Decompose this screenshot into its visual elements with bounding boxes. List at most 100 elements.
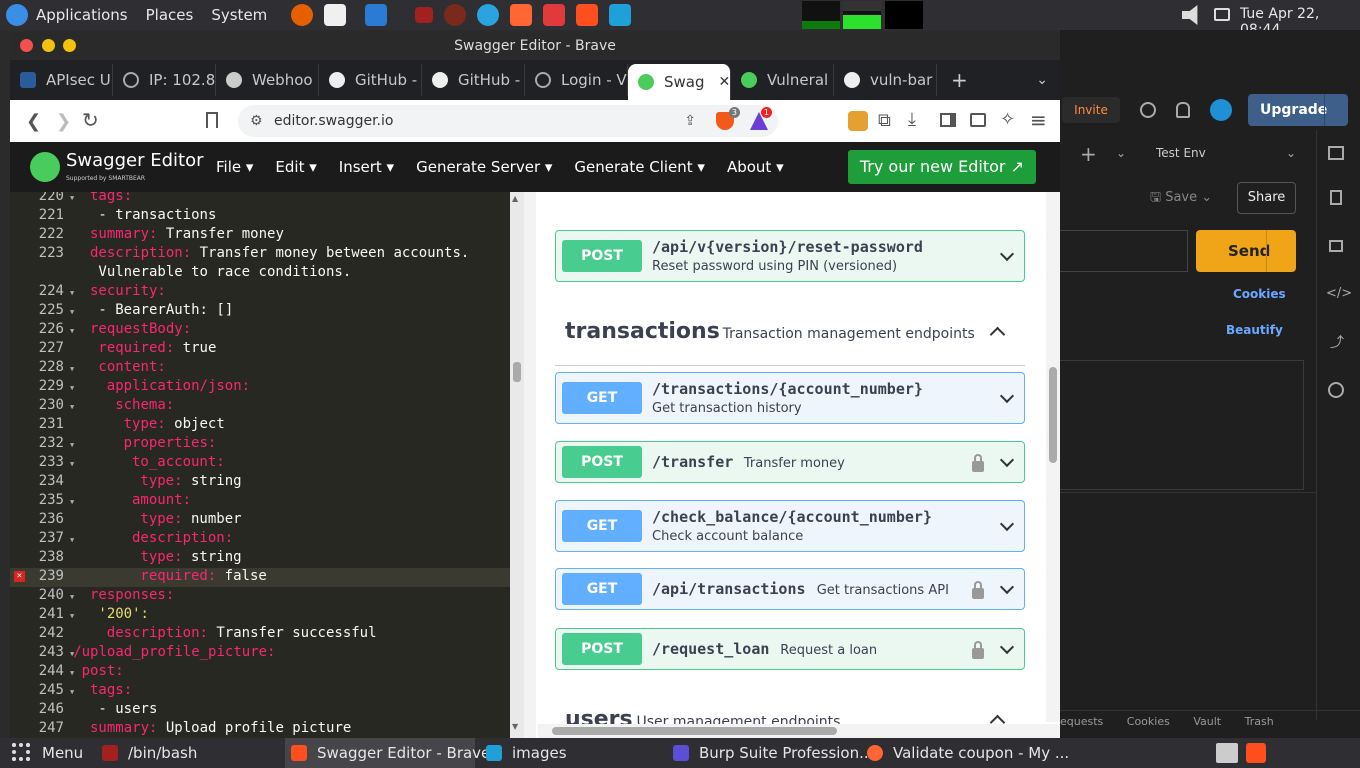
bookmark-icon[interactable] [206, 112, 218, 128]
url-input[interactable] [1060, 230, 1188, 272]
back-icon[interactable]: ❮ [26, 111, 41, 132]
generate-client-menu[interactable]: Generate Client ▾ [574, 158, 705, 176]
info-icon[interactable] [1328, 382, 1344, 398]
files-icon[interactable] [609, 4, 632, 26]
tab-apisec[interactable]: APIsec U [10, 64, 113, 96]
fold-arrow-icon[interactable]: ▼ [70, 536, 74, 544]
operation-get[interactable]: GET/transactions/{account_number} Get tra… [555, 372, 1025, 424]
chevron-down-icon[interactable] [999, 388, 1015, 404]
tab-vulnerable[interactable]: Vulneral [731, 64, 834, 96]
send-button[interactable]: Send [1196, 230, 1296, 272]
sync-icon[interactable] [1210, 99, 1232, 121]
site-info-icon[interactable]: ⚙ [250, 105, 263, 137]
invite-button[interactable]: Invite [1062, 97, 1120, 123]
fold-arrow-icon[interactable]: ▼ [70, 384, 74, 392]
tab-ip[interactable]: IP: 102.8 [113, 64, 216, 96]
brave-tray-icon[interactable] [1246, 743, 1266, 763]
fold-arrow-icon[interactable]: ▼ [70, 612, 74, 620]
operation-get[interactable]: GET/check_balance/{account_number} Check … [555, 500, 1025, 552]
new-tab-icon[interactable]: + [951, 68, 968, 92]
code-icon[interactable]: </> [1326, 286, 1352, 301]
fold-arrow-icon[interactable]: ▼ [70, 498, 74, 506]
code-line[interactable]: 246 - users [10, 701, 510, 720]
minimize-window-button[interactable] [42, 39, 55, 52]
close-window-button[interactable] [20, 39, 33, 52]
error-icon[interactable]: ✕ [14, 571, 25, 582]
operation-get[interactable]: GET/api/transactions Get transactions API [555, 568, 1025, 610]
lock-icon[interactable] [972, 453, 984, 472]
fold-arrow-icon[interactable]: ▼ [70, 403, 74, 411]
tab-github-2[interactable]: GitHub - [422, 64, 525, 96]
lock-icon[interactable] [972, 580, 984, 599]
fold-arrow-icon[interactable]: ▼ [70, 365, 74, 373]
screen-icon[interactable] [1214, 8, 1230, 21]
code-line[interactable]: 238 type: string [10, 549, 510, 568]
operation-post[interactable]: POST/api/v{version}/reset-password Reset … [555, 230, 1025, 282]
code-line[interactable]: Vulnerable to race conditions. [10, 264, 510, 283]
code-line[interactable]: 235 ▼ amount: [10, 492, 510, 511]
burp-icon[interactable] [510, 4, 533, 26]
chevron-down-icon[interactable] [999, 246, 1015, 262]
code-line[interactable]: 227 required: true [10, 340, 510, 359]
save-button[interactable]: 🖫 Save ⌄ [1150, 188, 1212, 210]
environment-select[interactable]: Test Env [1156, 146, 1206, 160]
bell-icon[interactable] [1176, 102, 1190, 118]
related-icon[interactable]: ⤴ [1330, 332, 1344, 352]
beautify-link[interactable]: Beautify [1226, 323, 1283, 337]
edit-menu[interactable]: Edit ▾ [275, 158, 316, 176]
preview-scrollbar[interactable] [1046, 192, 1060, 722]
telegram-icon[interactable] [477, 4, 500, 26]
env-chevron-icon[interactable]: ⌄ [1286, 146, 1296, 160]
chevron-up-icon[interactable] [989, 326, 1006, 343]
lock-icon[interactable] [972, 640, 984, 659]
system-menu[interactable]: System [211, 6, 267, 24]
plus-icon[interactable]: + [1080, 142, 1097, 166]
code-line[interactable]: 233 ▼ to_account: [10, 454, 510, 473]
fold-arrow-icon[interactable]: ▼ [70, 289, 74, 297]
taskbar-bash[interactable]: /bin/bash [102, 738, 197, 768]
code-line[interactable]: 223 description: Transfer money between a… [10, 245, 510, 264]
chevron-down-icon[interactable] [999, 452, 1015, 468]
tab-list-icon[interactable]: ⌄ [1036, 72, 1048, 88]
terminal-icon[interactable] [415, 7, 434, 23]
editor-splitter[interactable]: ▲ ▼ [510, 192, 524, 738]
close-tab-icon[interactable]: ✕ [719, 74, 730, 90]
trash-link[interactable]: Trash [1245, 715, 1274, 728]
code-line[interactable]: 236 type: number [10, 511, 510, 530]
code-line[interactable]: 240 ▼ responses: [10, 587, 510, 606]
body-editor[interactable] [1060, 360, 1304, 490]
fold-arrow-icon[interactable]: ▼ [70, 688, 74, 696]
text-editor-icon[interactable] [324, 4, 347, 26]
preview-scroll-thumb[interactable] [1049, 367, 1057, 463]
tag-title[interactable]: transactions [565, 319, 720, 344]
code-line[interactable]: 243 ▼/upload_profile_picture: [10, 644, 510, 663]
chevron-down-icon[interactable] [999, 516, 1015, 532]
forward-icon[interactable]: ❯ [56, 111, 71, 132]
fold-arrow-icon[interactable]: ▼ [70, 593, 74, 601]
fold-arrow-icon[interactable]: ▼ [70, 308, 74, 316]
menu-icon[interactable]: ≡ [1030, 108, 1047, 132]
zap-tray-icon[interactable] [1216, 743, 1238, 763]
reload-icon[interactable]: ↻ [82, 108, 99, 132]
fold-arrow-icon[interactable]: ▼ [70, 441, 74, 449]
brave-icon[interactable] [576, 4, 599, 26]
docs-icon[interactable] [1330, 190, 1342, 205]
tab-webhook[interactable]: Webhoo [216, 64, 319, 96]
chevron-down-icon[interactable]: ⌄ [1116, 146, 1126, 160]
taskbar-burp[interactable]: Burp Suite Profession... [673, 738, 873, 768]
code-line[interactable]: 222 summary: Transfer money [10, 226, 510, 245]
volume-icon[interactable] [1182, 5, 1198, 25]
generate-server-menu[interactable]: Generate Server ▾ [416, 158, 552, 176]
chevron-down-icon[interactable] [999, 639, 1015, 655]
code-line[interactable]: 237 ▼ description: [10, 530, 510, 549]
env-quicklook-icon[interactable] [1328, 146, 1344, 160]
chevron-down-icon[interactable] [999, 579, 1015, 595]
window-titlebar[interactable]: Swagger Editor - Brave [10, 32, 1060, 60]
leo-ai-icon[interactable]: ✧ [1000, 109, 1015, 130]
scroll-up-arrow[interactable]: ▲ [512, 194, 518, 203]
code-line[interactable]: 221 - transactions [10, 207, 510, 226]
preview-hscrollbar[interactable] [538, 724, 1060, 738]
vivaldi-icon[interactable] [543, 4, 566, 26]
code-line[interactable]: 230 ▼ schema: [10, 397, 510, 416]
tab-swagger[interactable]: Swag ✕ [628, 64, 731, 100]
